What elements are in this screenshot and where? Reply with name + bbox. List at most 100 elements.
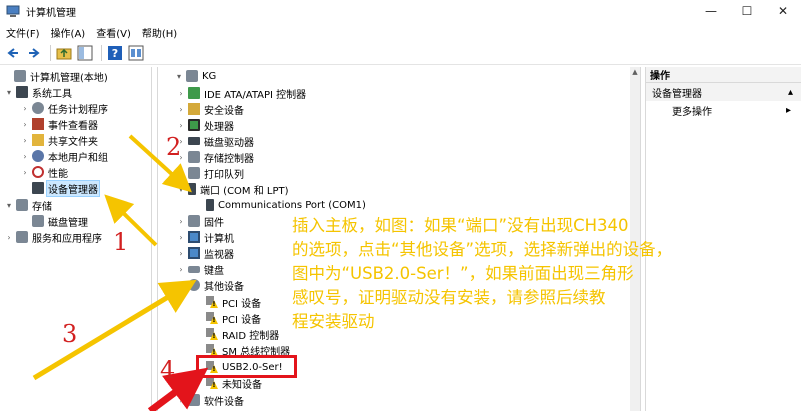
minimize-button[interactable]: — <box>693 0 729 22</box>
other-devices-icon <box>188 279 200 291</box>
chevron-right-icon[interactable]: › <box>176 233 186 242</box>
device-node-security[interactable]: › 安全设备 <box>176 101 245 117</box>
tree-node-storage[interactable]: ▾ 存储 <box>4 197 53 213</box>
up-folder-button[interactable] <box>55 44 73 62</box>
actions-section-device-manager[interactable]: 设备管理器 ▴ <box>646 83 801 101</box>
security-device-icon <box>188 103 200 115</box>
device-node-root[interactable]: ▾ KG <box>174 68 217 84</box>
chevron-down-icon[interactable]: ▾ <box>174 72 184 81</box>
disk-drive-icon <box>188 137 200 145</box>
step-number-1: 1 <box>113 228 129 256</box>
chevron-right-icon[interactable]: › <box>20 104 30 113</box>
chevron-down-icon[interactable]: ▾ <box>176 185 186 194</box>
device-node-storage-controllers[interactable]: › 存储控制器 <box>176 149 255 165</box>
chevron-right-icon[interactable]: › <box>176 105 186 114</box>
tree-node-computer-management[interactable]: 计算机管理(本地) <box>2 68 109 84</box>
tree-node-task-scheduler[interactable]: › 任务计划程序 <box>20 100 109 116</box>
menu-view[interactable]: 查看(V) <box>96 25 131 40</box>
chevron-down-icon[interactable]: ▾ <box>4 88 14 97</box>
disk-icon <box>32 215 44 227</box>
software-device-icon <box>188 394 200 406</box>
menu-action[interactable]: 操作(A) <box>51 25 86 40</box>
title-bar: 计算机管理 — ☐ ✕ <box>0 0 801 22</box>
toolbar: ? <box>0 41 801 65</box>
show-hide-tree-button[interactable] <box>76 44 94 62</box>
chevron-right-icon[interactable]: › <box>4 233 14 242</box>
arrow-right-icon <box>29 47 40 58</box>
tools-icon <box>16 86 28 98</box>
device-node-other-devices[interactable]: ▾ 其他设备 <box>176 277 245 293</box>
processor-icon <box>188 119 200 131</box>
device-node-com1[interactable]: Communications Port (COM1) <box>194 197 367 213</box>
device-node-processor[interactable]: › 处理器 <box>176 117 235 133</box>
device-node-ide[interactable]: › IDE ATA/ATAPI 控制器 <box>176 85 307 101</box>
chevron-right-icon: ▸ <box>785 104 791 116</box>
chevron-right-icon[interactable]: › <box>176 121 186 130</box>
tree-node-performance[interactable]: › 性能 <box>20 164 69 180</box>
window-title: 计算机管理 <box>26 7 76 19</box>
device-node-firmware[interactable]: › 固件 <box>176 213 225 229</box>
menu-file[interactable]: 文件(F) <box>6 25 40 40</box>
toolbar-separator <box>50 44 51 61</box>
properties-icon <box>128 45 144 60</box>
event-viewer-icon <box>32 118 44 130</box>
shared-folder-icon <box>32 134 44 146</box>
chevron-down-icon[interactable]: ▾ <box>4 201 14 210</box>
chevron-up-icon[interactable]: ▴ <box>788 87 793 98</box>
menu-help[interactable]: 帮助(H) <box>142 25 177 40</box>
chevron-right-icon[interactable]: › <box>20 136 30 145</box>
console-tree-panel: 计算机管理(本地) ▾ 系统工具 › 任务计划程序 › 事件查看器 › 共享文件… <box>0 67 152 411</box>
chevron-down-icon[interactable]: ▾ <box>176 281 186 290</box>
chevron-right-icon[interactable]: › <box>176 217 186 226</box>
folder-up-icon <box>56 48 72 59</box>
tree-node-local-users[interactable]: › 本地用户和组 <box>20 148 109 164</box>
chevron-right-icon[interactable]: › <box>176 89 186 98</box>
monitor-icon <box>188 247 200 259</box>
device-node-monitors[interactable]: › 监视器 <box>176 245 235 261</box>
chevron-right-icon[interactable]: › <box>176 396 186 405</box>
storage-icon <box>16 199 28 211</box>
port-icon <box>206 199 214 211</box>
firmware-icon <box>188 215 200 227</box>
chevron-right-icon[interactable]: › <box>20 168 30 177</box>
toolbar-separator <box>101 44 102 61</box>
chevron-right-icon[interactable]: › <box>20 120 30 129</box>
instruction-line: 插入主板，如图：如果“端口”没有出现CH340 <box>292 216 629 235</box>
tree-node-device-manager[interactable]: 设备管理器 <box>20 179 100 197</box>
device-node-pci-1[interactable]: PCI 设备 <box>194 294 262 310</box>
device-node-ports[interactable]: ▾ 端口 (COM 和 LPT) <box>176 181 290 197</box>
device-node-pci-2[interactable]: PCI 设备 <box>194 310 262 326</box>
chevron-right-icon[interactable]: › <box>176 249 186 258</box>
computer-icon <box>186 70 198 82</box>
device-node-computer[interactable]: › 计算机 <box>176 229 235 245</box>
chevron-right-icon[interactable]: › <box>176 169 186 178</box>
warning-icon <box>206 296 218 308</box>
device-node-raid[interactable]: RAID 控制器 <box>194 326 280 342</box>
scroll-up-arrow-icon[interactable]: ▲ <box>630 68 640 78</box>
warning-icon <box>206 328 218 340</box>
chevron-right-icon[interactable]: › <box>176 265 186 274</box>
console-tree-icon <box>77 45 93 60</box>
help-button[interactable]: ? <box>106 44 124 62</box>
help-icon: ? <box>108 45 122 60</box>
more-actions-item[interactable]: 更多操作 ▸ <box>646 101 801 119</box>
svg-text:?: ? <box>112 47 118 60</box>
device-node-keyboards[interactable]: › 键盘 <box>176 261 225 277</box>
tree-node-event-viewer[interactable]: › 事件查看器 <box>20 116 99 132</box>
close-button[interactable]: ✕ <box>765 0 801 22</box>
maximize-button[interactable]: ☐ <box>729 0 765 22</box>
device-node-software[interactable]: › 软件设备 <box>176 392 245 408</box>
chevron-right-icon[interactable]: › <box>20 152 30 161</box>
ide-controller-icon <box>188 87 200 99</box>
properties-button[interactable] <box>127 44 145 62</box>
device-node-print-queues[interactable]: › 打印队列 <box>176 165 245 181</box>
device-node-disk-drives[interactable]: › 磁盘驱动器 <box>176 133 255 149</box>
tree-node-disk-management[interactable]: 磁盘管理 <box>20 213 89 229</box>
tree-node-system-tools[interactable]: ▾ 系统工具 <box>4 84 73 100</box>
printer-icon <box>188 167 200 179</box>
back-button[interactable] <box>4 44 22 62</box>
tree-node-shared-folders[interactable]: › 共享文件夹 <box>20 132 99 148</box>
tree-node-services-applications[interactable]: › 服务和应用程序 <box>4 229 103 245</box>
forward-button[interactable] <box>25 44 43 62</box>
storage-controller-icon <box>188 151 200 163</box>
